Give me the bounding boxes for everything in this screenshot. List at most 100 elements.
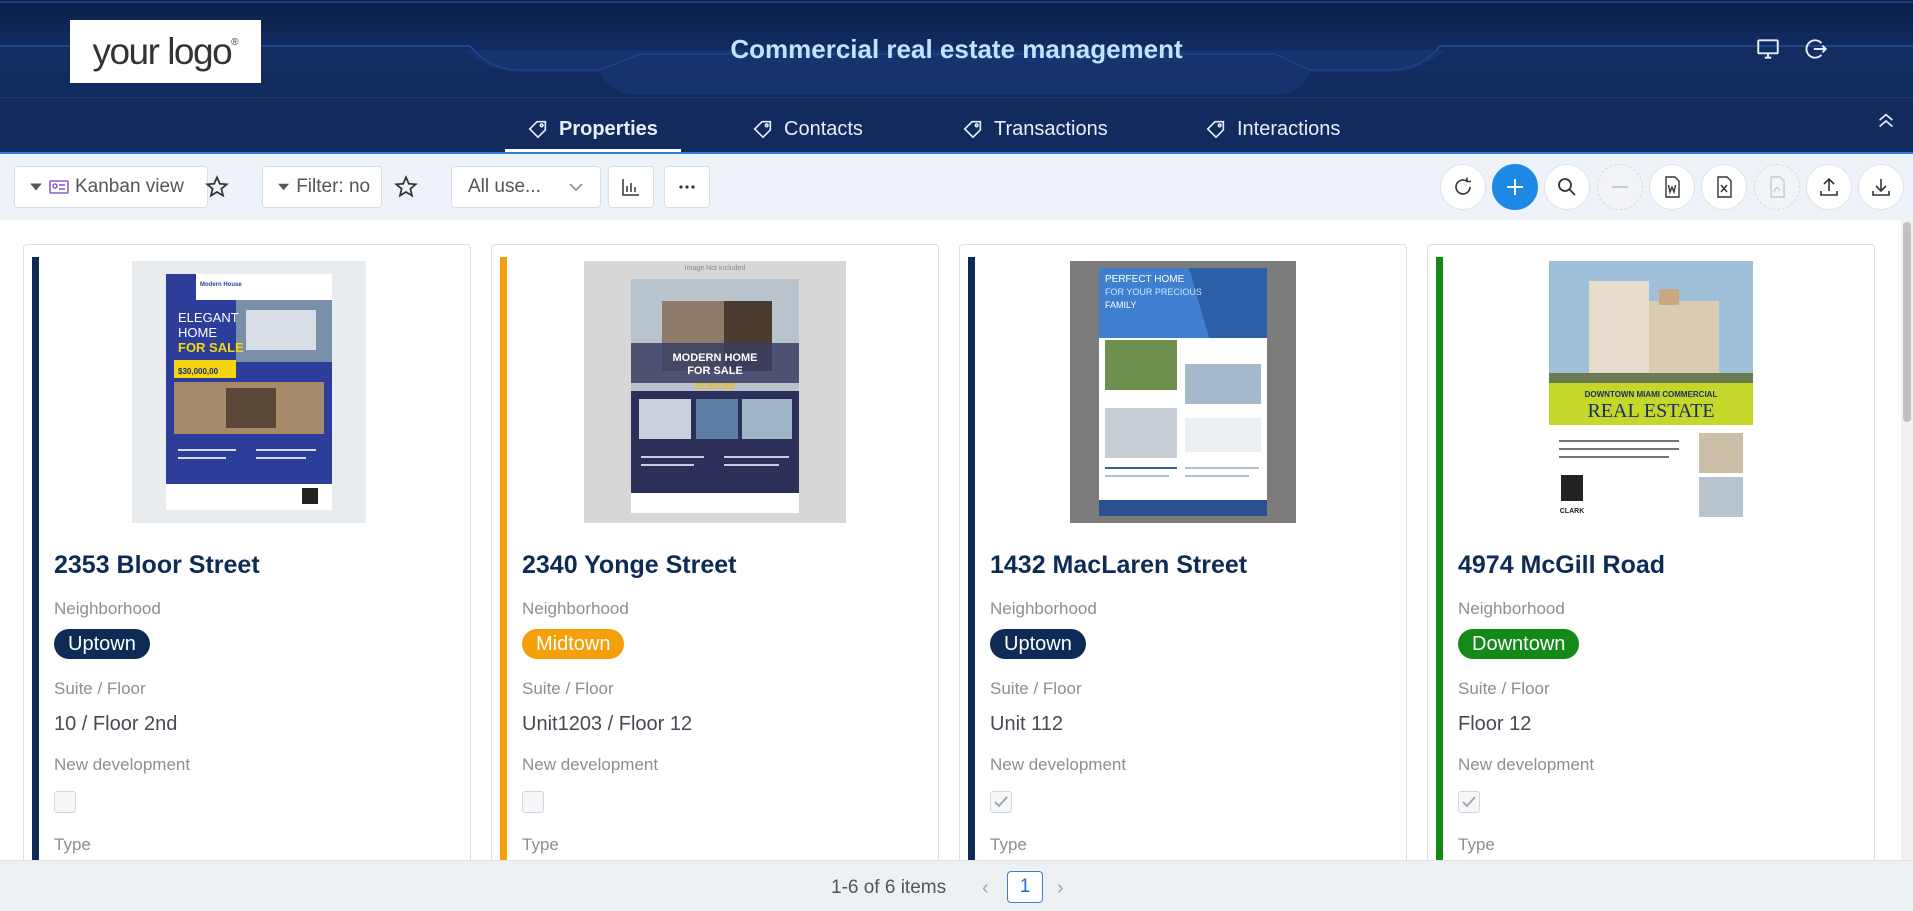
tab-label: Interactions <box>1237 117 1341 140</box>
flyer-price: $30,000,00 <box>178 367 219 376</box>
neighborhood-label: Neighborhood <box>1458 599 1565 618</box>
flyer-headline-2: REAL ESTATE <box>1587 400 1714 422</box>
property-flyer-image[interactable]: Modern House ELEGANT HOME FOR SALE $30,0… <box>132 261 366 523</box>
new-development-label: New development <box>522 755 659 774</box>
upload-button[interactable] <box>1806 164 1852 210</box>
users-select-value: All use... <box>468 176 541 197</box>
property-flyer-image[interactable]: DOWNTOWN MIAMI COMMERCIAL REAL ESTATE CL… <box>1549 261 1753 523</box>
property-title[interactable]: 1432 MacLaren Street <box>990 551 1247 580</box>
search-button[interactable] <box>1544 164 1590 210</box>
main-tabs: Properties Contacts Transactions Interac… <box>0 97 1913 154</box>
neighborhood-badge: Uptown <box>54 629 150 659</box>
upload-icon <box>1820 177 1838 196</box>
filter-selector[interactable]: Filter: no <box>262 166 382 208</box>
minus-icon <box>1612 186 1628 188</box>
property-flyer-image[interactable]: PERFECT HOME FOR YOUR PRECIOUS FAMILY <box>1070 261 1296 523</box>
new-development-label: New development <box>54 755 191 774</box>
card-status-stripe <box>500 257 507 860</box>
new-development-checkbox <box>990 791 1012 813</box>
neighborhood-badge: Midtown <box>522 629 625 659</box>
app-header: your logo® Commercial real estate manage… <box>0 0 1913 97</box>
property-card[interactable]: Modern House ELEGANT HOME FOR SALE $30,0… <box>23 244 471 860</box>
chart-button[interactable] <box>608 166 654 208</box>
star-icon[interactable] <box>204 174 230 200</box>
more-button[interactable] <box>664 166 710 208</box>
word-export-icon <box>1665 176 1680 198</box>
tag-icon <box>963 120 982 139</box>
property-flyer-image[interactable]: Image Not Included MODERN HOME FOR SALE … <box>584 261 846 523</box>
star-icon[interactable] <box>393 174 419 200</box>
tab-contacts[interactable]: Contacts <box>752 114 863 144</box>
page-number-button[interactable]: 1 <box>1007 871 1043 903</box>
flyer-headline-2: FOR SALE <box>687 365 743 377</box>
neighborhood-label: Neighborhood <box>522 599 629 618</box>
flyer-graphic: Image Not Included MODERN HOME FOR SALE … <box>584 261 846 523</box>
kanban-card-icon <box>49 180 69 194</box>
suite-floor-value: 10 / Floor 2nd <box>54 713 178 735</box>
caret-down-icon <box>30 183 42 191</box>
new-development-checkbox <box>522 791 544 813</box>
export-excel-button[interactable] <box>1701 164 1747 210</box>
add-button[interactable] <box>1492 164 1538 210</box>
download-button[interactable] <box>1858 164 1904 210</box>
tab-properties[interactable]: Properties <box>527 114 658 144</box>
export-pdf-button[interactable] <box>1754 164 1800 210</box>
new-development-checkbox <box>1458 791 1480 813</box>
new-development-label: New development <box>1458 755 1595 774</box>
tab-label: Transactions <box>994 117 1108 140</box>
tab-interactions[interactable]: Interactions <box>1205 114 1340 144</box>
suite-floor-value: Unit 112 <box>990 713 1064 735</box>
flyer-headline-1: PERFECT HOME <box>1105 274 1185 285</box>
flyer-brand: CLARK <box>1560 508 1585 515</box>
filter-label: Filter: no <box>296 176 371 197</box>
flyer-graphic: PERFECT HOME FOR YOUR PRECIOUS FAMILY <box>1099 268 1267 516</box>
kanban-board: Modern House ELEGANT HOME FOR SALE $30,0… <box>0 220 1913 860</box>
flyer-price: $2,500,000 <box>695 382 736 391</box>
download-icon <box>1872 179 1890 196</box>
checkmark-icon <box>994 796 1008 808</box>
flyer-headline-1: MODERN HOME <box>673 352 758 364</box>
tag-icon <box>753 120 772 139</box>
logout-icon[interactable] <box>1803 36 1829 62</box>
search-icon <box>1558 178 1576 196</box>
remove-button[interactable] <box>1597 164 1643 210</box>
type-label: Type <box>990 835 1027 854</box>
tab-label: Properties <box>559 117 658 140</box>
suite-floor-label: Suite / Floor <box>54 679 146 698</box>
flyer-headline-2: FOR YOUR PRECIOUS <box>1105 287 1202 297</box>
property-card[interactable]: Image Not Included MODERN HOME FOR SALE … <box>491 244 939 860</box>
bar-chart-icon <box>622 179 639 196</box>
neighborhood-badge: Downtown <box>1458 629 1580 659</box>
prev-page-button[interactable]: ‹ <box>982 877 989 900</box>
monitor-icon[interactable] <box>1755 36 1781 62</box>
add-icon <box>1507 179 1523 195</box>
property-card[interactable]: PERFECT HOME FOR YOUR PRECIOUS FAMILY 14… <box>959 244 1407 860</box>
property-title[interactable]: 2340 Yonge Street <box>522 551 736 580</box>
scrollbar-thumb[interactable] <box>1903 222 1911 422</box>
flyer-headline-2: HOME <box>178 325 217 340</box>
flyer-headline-3: FOR SALE <box>178 340 244 355</box>
flyer-headline-1: DOWNTOWN MIAMI COMMERCIAL <box>1585 390 1718 399</box>
type-label: Type <box>522 835 559 854</box>
neighborhood-label: Neighborhood <box>990 599 1097 618</box>
tag-icon <box>528 120 547 139</box>
view-selector[interactable]: Kanban view <box>14 166 208 208</box>
property-title[interactable]: 2353 Bloor Street <box>54 551 260 580</box>
suite-floor-value: Unit1203 / Floor 12 <box>522 713 693 735</box>
new-development-checkbox <box>54 791 76 813</box>
property-card[interactable]: DOWNTOWN MIAMI COMMERCIAL REAL ESTATE CL… <box>1427 244 1875 860</box>
chevron-up-icon[interactable] <box>1875 110 1897 132</box>
tab-transactions[interactable]: Transactions <box>962 114 1108 144</box>
refresh-button[interactable] <box>1440 164 1486 210</box>
tab-label: Contacts <box>784 117 863 140</box>
view-label: Kanban view <box>75 176 184 197</box>
checkmark-icon <box>1462 796 1476 808</box>
property-title[interactable]: 4974 McGill Road <box>1458 551 1665 580</box>
export-word-button[interactable] <box>1649 164 1695 210</box>
flyer-brand: Modern House <box>200 282 242 288</box>
app-title: Commercial real estate management <box>730 34 1183 64</box>
users-select[interactable]: All use... <box>451 166 601 208</box>
next-page-button[interactable]: › <box>1057 877 1064 900</box>
flyer-note: Image Not Included <box>685 265 746 272</box>
new-development-label: New development <box>990 755 1127 774</box>
